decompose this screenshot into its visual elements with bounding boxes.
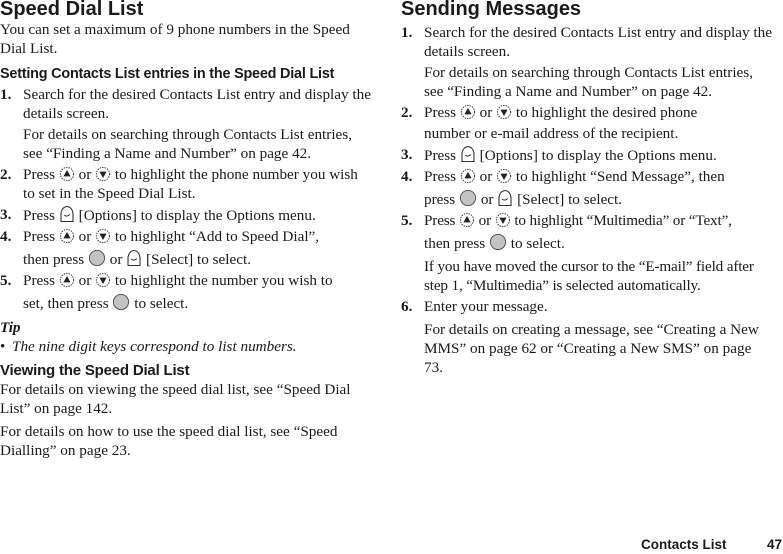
sending-messages-steps: 1. Search for the desired Contacts List …	[401, 23, 773, 377]
tip-heading: Tip	[0, 319, 21, 336]
step-text: to highlight “Add to Speed Dial”,	[114, 228, 320, 245]
step-item: 2. Press or to highlight the desired pho…	[401, 103, 773, 143]
step-text: or	[109, 251, 123, 268]
nav-down-key-icon	[95, 272, 111, 288]
page-number: 47	[767, 537, 783, 552]
nav-down-key-icon	[95, 166, 111, 182]
step-text: [Options] to display the Options menu.	[479, 147, 717, 164]
speed-dial-list-title: Speed Dial List	[0, 0, 144, 20]
step-text: or	[78, 166, 92, 183]
step-text: to highlight “Send Message”, then	[515, 168, 725, 185]
step-text: set, then press	[23, 295, 109, 312]
step-number: 5.	[0, 272, 12, 289]
nav-down-key-icon	[495, 212, 511, 228]
step-text: [Select] to select.	[146, 251, 252, 268]
step-text: to highlight “Multimedia” or “Text”,	[514, 212, 732, 229]
step-text: Press	[23, 207, 56, 224]
viewing-para-2: For details on how to use the speed dial…	[0, 423, 338, 459]
nav-up-key-icon	[59, 166, 75, 182]
step-text: to select.	[134, 295, 189, 312]
step-item: 4. Press or to highlight “Send Message”,…	[401, 167, 773, 209]
step-text: then press	[424, 235, 486, 252]
step-text: or	[78, 272, 92, 289]
step-number: 2.	[401, 104, 413, 121]
left-column: Speed Dial List You can set a maximum of…	[0, 0, 372, 460]
step-text: or	[480, 191, 494, 208]
nav-up-key-icon	[459, 212, 475, 228]
step-text: or	[479, 104, 493, 121]
step-text: to highlight the number you wish to	[114, 272, 333, 289]
step-note: For details on searching through Contact…	[23, 126, 353, 162]
step-number: 5.	[401, 212, 413, 229]
nav-up-key-icon	[460, 104, 476, 120]
step-text: to highlight the desired phone	[515, 104, 698, 121]
left-soft-key-icon	[126, 249, 142, 267]
step-note: For details on creating a message, see “…	[424, 321, 759, 376]
viewing-para-1: For details on viewing the speed dial li…	[0, 381, 351, 417]
sending-messages-title: Sending Messages	[401, 0, 582, 20]
step-number: 1.	[401, 24, 413, 41]
center-key-icon	[112, 293, 130, 311]
right-column: Sending Messages 1. Search for the desir…	[401, 0, 773, 377]
step-text: [Select] to select.	[517, 191, 623, 208]
footer-section-title: Contacts List	[641, 537, 727, 552]
step-item: 3. Press [Options] to display the Option…	[0, 205, 372, 225]
step-item: 5. Press or to highlight “Multimedia” or…	[401, 211, 773, 295]
step-text: Press	[23, 166, 56, 183]
nav-down-key-icon	[496, 168, 512, 184]
bullet: •	[0, 338, 6, 355]
center-key-icon	[88, 249, 106, 267]
step-number: 1.	[0, 86, 12, 103]
step-number: 6.	[401, 298, 413, 315]
nav-up-key-icon	[460, 168, 476, 184]
step-text: Press	[424, 147, 457, 164]
nav-down-key-icon	[496, 104, 512, 120]
step-text: Press	[23, 272, 56, 289]
step-note: If you have moved the cursor to the “E-m…	[424, 258, 754, 294]
step-text: Press	[424, 104, 457, 121]
step-note: For details on searching through Contact…	[424, 64, 754, 100]
step-number: 4.	[0, 228, 12, 245]
step-text: Search for the desired Contacts List ent…	[23, 86, 371, 122]
step-text: Press	[424, 168, 457, 185]
step-text: then press	[23, 251, 85, 268]
nav-up-key-icon	[59, 272, 75, 288]
left-soft-key-icon	[497, 189, 513, 207]
step-text: Enter your message.	[424, 298, 548, 315]
step-item: 1. Search for the desired Contacts List …	[0, 85, 372, 163]
step-text: Press	[23, 228, 56, 245]
step-item: 5. Press or to highlight the number you …	[0, 271, 372, 313]
center-key-icon	[489, 233, 507, 251]
left-soft-key-icon	[460, 145, 476, 163]
setting-entries-subheading: Setting Contacts List entries in the Spe…	[0, 66, 335, 82]
viewing-speed-dial-heading: Viewing the Speed Dial List	[0, 362, 190, 379]
step-number: 4.	[401, 168, 413, 185]
step-text: or	[78, 228, 92, 245]
step-item: 4. Press or to highlight “Add to Speed D…	[0, 227, 372, 269]
center-key-icon	[459, 189, 477, 207]
speed-dial-steps: 1. Search for the desired Contacts List …	[0, 85, 372, 313]
step-number: 3.	[0, 206, 12, 223]
step-number: 3.	[401, 146, 413, 163]
left-soft-key-icon	[59, 205, 75, 223]
step-item: 2. Press or to highlight the phone numbe…	[0, 165, 372, 203]
step-text: or	[478, 212, 492, 229]
step-text: press	[424, 191, 456, 208]
step-text: to select.	[510, 235, 565, 252]
tip-item: • The nine digit keys correspond to list …	[0, 337, 372, 356]
step-item: 6. Enter your message. For details on cr…	[401, 297, 773, 377]
step-number: 2.	[0, 166, 12, 183]
step-text: or	[479, 168, 493, 185]
step-text: [Options] to display the Options menu.	[78, 207, 316, 224]
step-item: 3. Press [Options] to display the Option…	[401, 145, 773, 165]
nav-up-key-icon	[59, 228, 75, 244]
step-item: 1. Search for the desired Contacts List …	[401, 23, 773, 101]
step-text: Search for the desired Contacts List ent…	[424, 24, 772, 60]
step-text: Press	[424, 212, 456, 229]
step-text: number or e-mail address of the recipien…	[424, 125, 679, 142]
nav-down-key-icon	[95, 228, 111, 244]
tip-text: The nine digit keys correspond to list n…	[12, 338, 297, 355]
speed-dial-intro: You can set a maximum of 9 phone numbers…	[0, 21, 350, 57]
